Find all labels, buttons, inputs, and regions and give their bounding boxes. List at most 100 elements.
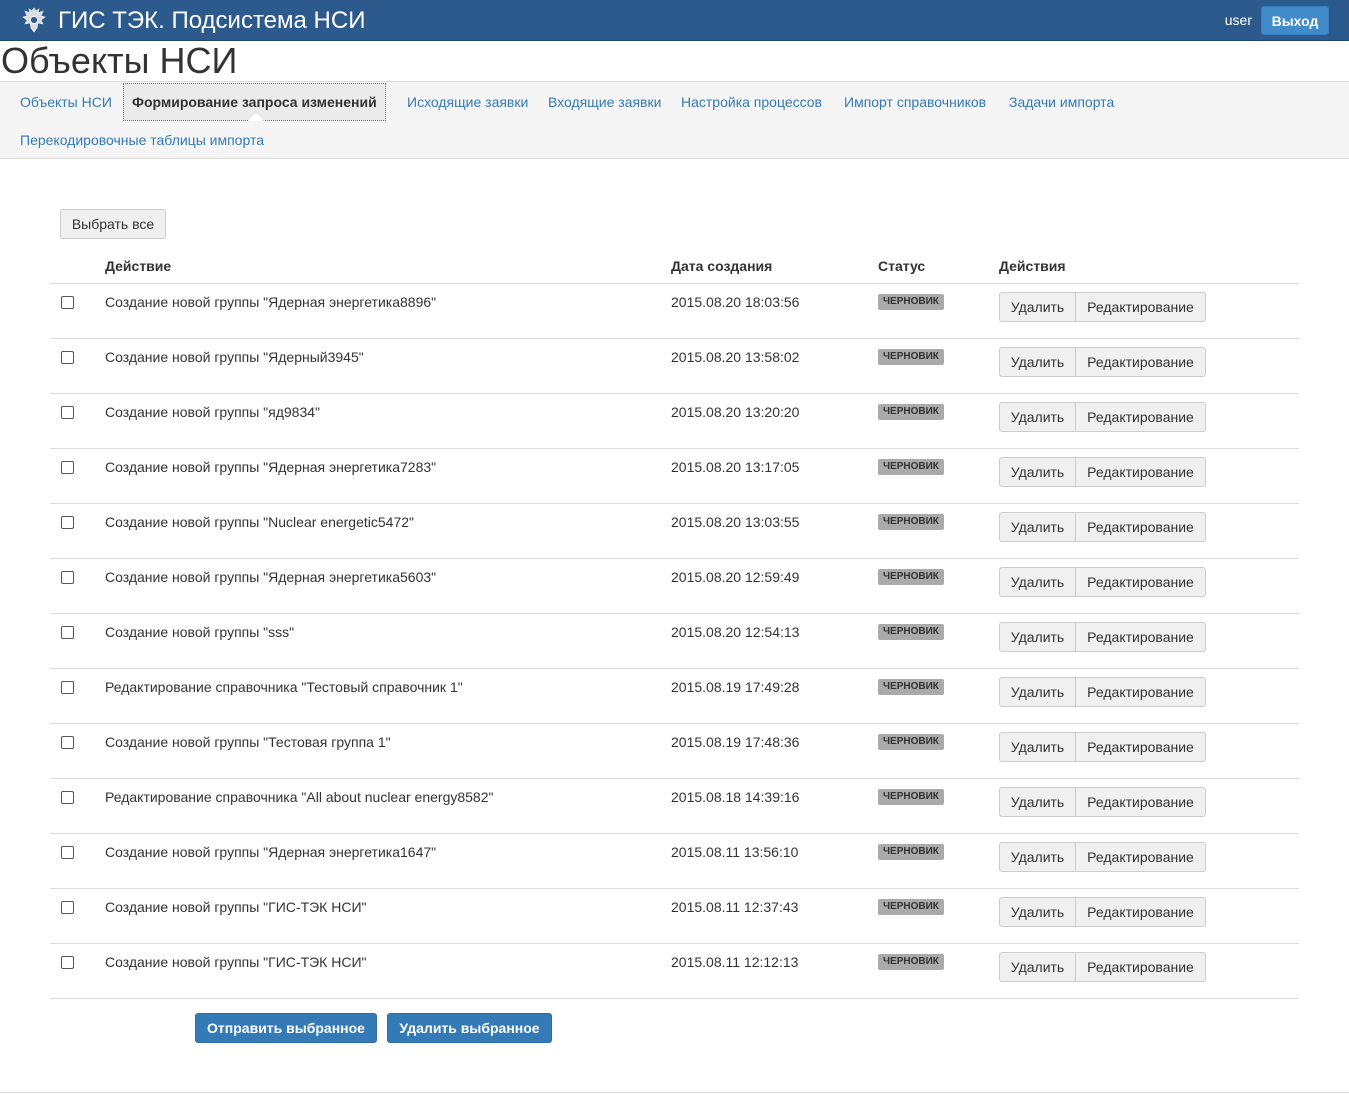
table-row: Создание новой группы "Ядерная энергетик… [50,449,1299,504]
row-checkbox[interactable] [61,736,74,749]
delete-button[interactable]: Удалить [999,732,1076,762]
edit-button[interactable]: Редактирование [1076,787,1206,817]
edit-button[interactable]: Редактирование [1076,457,1206,487]
row-checkbox[interactable] [61,791,74,804]
row-checkbox[interactable] [61,296,74,309]
tab-import-dictionaries[interactable]: Импорт справочников [844,94,986,110]
row-actions: Удалить Редактирование [999,512,1206,542]
row-action-text: Создание новой группы "Ядерная энергетик… [105,569,437,585]
column-header-status: Статус [878,258,926,274]
tab-outgoing-requests[interactable]: Исходящие заявки [407,94,528,110]
top-navbar: ГИС ТЭК. Подсистема НСИ user Выход [0,0,1349,41]
main-nav: Объекты НСИ Формирование запроса изменен… [0,81,1349,159]
table-row: Редактирование справочника "All about nu… [50,779,1299,834]
row-created-date: 2015.08.11 12:12:13 [671,954,799,970]
select-all-button[interactable]: Выбрать все [60,209,166,239]
row-checkbox[interactable] [61,846,74,859]
edit-button[interactable]: Редактирование [1076,952,1206,982]
table-row: Создание новой группы "яд9834" 2015.08.20… [50,394,1299,449]
table-row: Создание новой группы "ГИС-ТЭК НСИ" 2015.… [50,889,1299,944]
table-row: Создание новой группы "Ядерная энергетик… [50,559,1299,614]
delete-button[interactable]: Удалить [999,842,1076,872]
tab-process-settings[interactable]: Настройка процессов [681,94,822,110]
row-created-date: 2015.08.11 12:37:43 [671,899,799,915]
edit-button[interactable]: Редактирование [1076,622,1206,652]
delete-button[interactable]: Удалить [999,457,1076,487]
edit-button[interactable]: Редактирование [1076,897,1206,927]
status-badge: черновик [878,789,944,805]
send-selected-button[interactable]: Отправить выбранное [195,1013,377,1043]
delete-selected-button[interactable]: Удалить выбранное [387,1013,552,1043]
edit-button[interactable]: Редактирование [1076,512,1206,542]
coat-of-arms-icon [22,7,46,33]
status-badge: черновик [878,734,944,750]
delete-button[interactable]: Удалить [999,677,1076,707]
logout-button[interactable]: Выход [1261,6,1329,35]
row-checkbox[interactable] [61,571,74,584]
row-action-text: Редактирование справочника "Тестовый спр… [105,679,463,695]
row-actions: Удалить Редактирование [999,897,1206,927]
row-created-date: 2015.08.20 13:20:20 [671,404,800,420]
delete-button[interactable]: Удалить [999,897,1076,927]
row-action-text: Редактирование справочника "All about nu… [105,789,494,805]
row-created-date: 2015.08.18 14:39:16 [671,789,800,805]
status-badge: черновик [878,349,944,365]
row-checkbox[interactable] [61,351,74,364]
page-title: Объекты НСИ [1,40,238,81]
delete-button[interactable]: Удалить [999,567,1076,597]
delete-button[interactable]: Удалить [999,402,1076,432]
active-tab-caret [248,113,264,121]
row-created-date: 2015.08.20 13:58:02 [671,349,800,365]
edit-button[interactable]: Редактирование [1076,347,1206,377]
row-action-text: Создание новой группы "Nuclear energetic… [105,514,414,530]
row-checkbox[interactable] [61,956,74,969]
row-created-date: 2015.08.11 13:56:10 [671,844,799,860]
edit-button[interactable]: Редактирование [1076,567,1206,597]
status-badge: черновик [878,679,944,695]
row-checkbox[interactable] [61,516,74,529]
row-action-text: Создание новой группы "Ядерный3945" [105,349,364,365]
delete-button[interactable]: Удалить [999,347,1076,377]
row-checkbox[interactable] [61,406,74,419]
edit-button[interactable]: Редактирование [1076,842,1206,872]
row-created-date: 2015.08.19 17:49:28 [671,679,800,695]
row-actions: Удалить Редактирование [999,622,1206,652]
tab-nsi-objects[interactable]: Объекты НСИ [20,94,112,110]
status-badge: черновик [878,844,944,860]
row-actions: Удалить Редактирование [999,842,1206,872]
tab-import-tasks[interactable]: Задачи импорта [1009,94,1114,110]
tab-change-request[interactable]: Формирование запроса изменений [123,83,386,121]
delete-button[interactable]: Удалить [999,952,1076,982]
edit-button[interactable]: Редактирование [1076,402,1206,432]
delete-button[interactable]: Удалить [999,512,1076,542]
status-badge: черновик [878,514,944,530]
row-checkbox[interactable] [61,901,74,914]
row-actions: Удалить Редактирование [999,787,1206,817]
user-name: user [1224,12,1252,28]
table-row: Создание новой группы "Ядерный3945" 2015.… [50,339,1299,394]
row-action-text: Создание новой группы "Тестовая группа 1… [105,734,391,750]
row-created-date: 2015.08.20 12:59:49 [671,569,800,585]
edit-button[interactable]: Редактирование [1076,677,1206,707]
table-row: Создание новой группы "ГИС-ТЭК НСИ" 2015.… [50,944,1299,999]
row-checkbox[interactable] [61,461,74,474]
row-actions: Удалить Редактирование [999,347,1206,377]
table-header: Действие Дата создания Статус Действия [50,250,1299,284]
tab-incoming-requests[interactable]: Входящие заявки [548,94,661,110]
delete-button[interactable]: Удалить [999,622,1076,652]
delete-button[interactable]: Удалить [999,787,1076,817]
status-badge: черновик [878,569,944,585]
tab-import-recoding-tables[interactable]: Перекодировочные таблицы импорта [20,132,264,148]
table-row: Создание новой группы "Ядерная энергетик… [50,284,1299,339]
footer-divider [0,1092,1349,1093]
edit-button[interactable]: Редактирование [1076,292,1206,322]
row-actions: Удалить Редактирование [999,732,1206,762]
delete-button[interactable]: Удалить [999,292,1076,322]
row-checkbox[interactable] [61,681,74,694]
edit-button[interactable]: Редактирование [1076,732,1206,762]
row-checkbox[interactable] [61,626,74,639]
status-badge: черновик [878,899,944,915]
tab-change-request-label: Формирование запроса изменений [132,94,377,110]
row-created-date: 2015.08.20 12:54:13 [671,624,800,640]
row-action-text: Создание новой группы "Ядерная энергетик… [105,459,437,475]
